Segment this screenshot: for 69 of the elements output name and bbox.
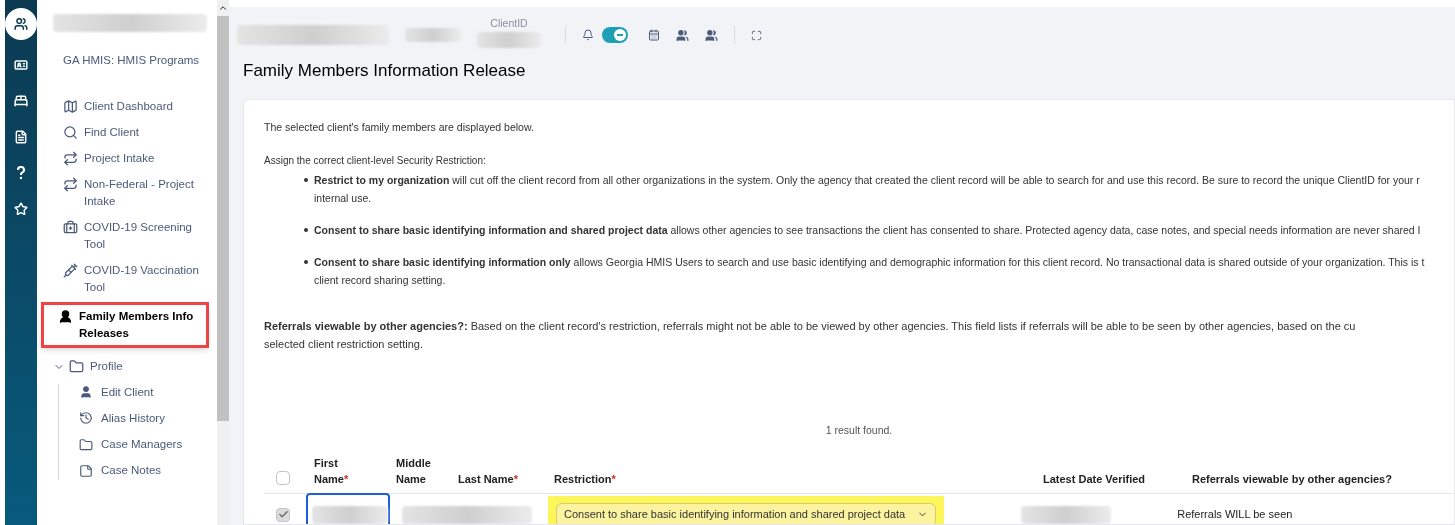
bullet-icon xyxy=(304,228,308,233)
restriction-select[interactable]: Consent to share basic identifying information and shared project data xyxy=(556,502,937,524)
nav-link[interactable]: Family Members Info Releases xyxy=(41,302,209,349)
fullscreen-icon[interactable] xyxy=(751,29,762,41)
folder-icon xyxy=(79,437,93,452)
search-icon xyxy=(63,125,78,141)
client-id-label: ClientID xyxy=(490,16,528,32)
nav-link[interactable]: Alias History xyxy=(101,409,165,427)
star-icon xyxy=(14,202,28,216)
column-header: Restriction* xyxy=(554,471,617,487)
column-header: Latest Date Verified xyxy=(1043,471,1147,487)
nav-link[interactable]: Project Intake xyxy=(53,147,209,171)
page-title: Family Members Information Release xyxy=(243,60,527,82)
scroll-up-icon[interactable] xyxy=(218,3,228,13)
nav-link[interactable]: COVID-19 Vaccination Tool xyxy=(53,259,209,300)
map-icon xyxy=(63,99,78,115)
result-count: 1 result found. xyxy=(824,423,894,439)
first-name-field[interactable] xyxy=(306,492,390,524)
note-icon xyxy=(79,463,93,478)
paragraph-line: Restrict to my organization will cut off the client record from all other organizations in the system. Only the agency that created the client record will be able to search for and use this record. Be sure to record the unique ClientID for your r xyxy=(314,173,1420,189)
calendar-icon[interactable] xyxy=(648,29,660,41)
syringe-icon xyxy=(63,263,78,279)
paragraph-line: Consent to share basic identifying information and shared project data allows other agencies to see transactions the client has consented to share. Protected agency data, case notes, and special needs information are never shared I xyxy=(314,223,1421,239)
folder-link[interactable]: Profile xyxy=(90,358,123,376)
check-icon xyxy=(277,509,289,520)
people-icon[interactable] xyxy=(676,28,689,42)
person-icon xyxy=(58,309,73,325)
paragraph-line: client record sharing setting. xyxy=(314,273,447,289)
bell-icon[interactable] xyxy=(582,29,594,41)
nav-link[interactable]: Case Managers xyxy=(101,436,183,454)
arrows-icon xyxy=(63,177,78,193)
nav-link[interactable]: COVID-19 Screening Tool xyxy=(53,216,209,257)
nav-link[interactable]: Edit Client xyxy=(101,383,154,401)
scrollbar[interactable] xyxy=(217,0,229,525)
intro-text: The selected client's family members are displayed below. xyxy=(264,119,535,135)
document-icon xyxy=(14,130,28,144)
column-header: Last Name* xyxy=(458,472,519,487)
people-icon xyxy=(14,17,28,31)
paragraph-line: internal use. xyxy=(314,191,373,207)
restriction-heading: Assign the correct client-level Security Restriction: xyxy=(264,154,487,169)
redacted-block xyxy=(405,28,461,42)
medical-kit-icon xyxy=(63,220,78,236)
person-icon xyxy=(79,385,93,400)
bullet-icon xyxy=(304,178,308,183)
referrals-status: Referrals WILL be seen xyxy=(1177,507,1293,523)
toggle-switch[interactable] xyxy=(602,27,628,43)
bed-icon xyxy=(14,94,28,108)
nav-link[interactable]: Non-Federal - Project Intake xyxy=(53,173,209,214)
row-checkbox[interactable] xyxy=(276,507,290,522)
bullet-icon xyxy=(304,260,308,265)
redacted-block xyxy=(477,31,541,48)
id-card-icon xyxy=(14,58,28,72)
column-header: Middle Name xyxy=(396,456,432,487)
nav-link[interactable]: Find Client xyxy=(53,121,209,145)
paragraph-line: selected client restriction setting. xyxy=(264,337,424,353)
column-header: Referrals viewable by other agencies? xyxy=(1192,471,1393,487)
help-icon xyxy=(16,166,26,180)
rail-button[interactable] xyxy=(5,8,37,40)
column-header: First Name* xyxy=(314,456,350,487)
program-name: GA HMIS: HMIS Programs xyxy=(63,53,201,68)
nav-link[interactable]: Case Notes xyxy=(101,462,162,480)
history-icon xyxy=(79,411,93,426)
folder-icon xyxy=(69,359,84,375)
people-icon[interactable] xyxy=(705,28,718,42)
select-all-checkbox[interactable] xyxy=(276,471,290,485)
nav-link[interactable]: Client Dashboard xyxy=(53,95,209,119)
paragraph-line: Consent to share basic identifying information only allows Georgia HMIS Users to search and use basic identifying and demographic information for this client record. No transactional data is shared outside of your organization. This is t xyxy=(314,255,1425,271)
paragraph-line: Referrals viewable by other agencies?: Based on the client record's restriction, referrals might not be able to be viewed by other agencies. This field lists if referrals will be able to be seen by other agencies, based on the cu xyxy=(264,319,1357,335)
arrows-icon xyxy=(63,151,78,167)
